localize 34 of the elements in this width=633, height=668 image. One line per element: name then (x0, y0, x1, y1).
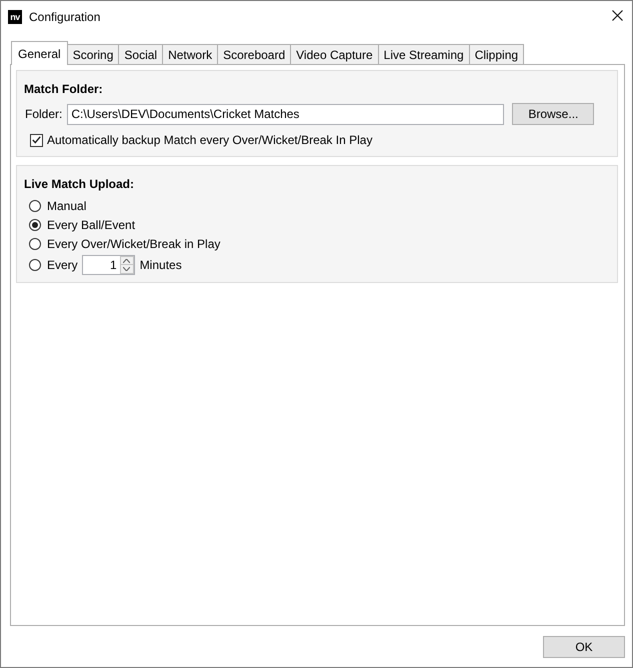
ok-button[interactable]: OK (543, 636, 625, 658)
group-title: Match Folder: (24, 82, 103, 96)
spin-down-button[interactable] (120, 265, 134, 274)
radio-label[interactable]: Every Ball/Event (47, 218, 136, 232)
unit-label: Minutes (140, 258, 182, 272)
radio-button[interactable] (29, 219, 41, 231)
close-icon[interactable] (612, 10, 623, 21)
folder-field[interactable]: C:\Users\DEV\Documents\Cricket Matches (67, 104, 504, 124)
radio-button[interactable] (29, 259, 41, 271)
tab[interactable]: Network (162, 44, 218, 64)
group-title: Live Match Upload: (24, 177, 134, 191)
caret-down-icon (123, 267, 130, 271)
tab[interactable]: Video Capture (290, 44, 379, 64)
app-logo: nv (8, 10, 22, 24)
caret-up-icon (123, 258, 130, 262)
radio-button[interactable] (29, 200, 41, 212)
tab[interactable]: Scoreboard (217, 44, 292, 64)
radio-label[interactable]: Every (47, 258, 78, 272)
window-title: Configuration (29, 10, 100, 24)
radio-label[interactable]: Every Over/Wicket/Break in Play (47, 237, 220, 251)
radio-button[interactable] (29, 238, 41, 250)
checkmark-icon (32, 136, 41, 144)
tab[interactable]: Scoring (66, 44, 120, 64)
checkbox-label[interactable]: Automatically backup Match every Over/Wicket/Break In Play (47, 133, 372, 147)
checkbox[interactable] (30, 134, 43, 146)
tab[interactable]: General (11, 41, 68, 65)
minutes-spinner[interactable]: 1 (82, 255, 135, 275)
tab[interactable]: Social (118, 44, 164, 64)
tab[interactable]: Clipping (468, 44, 524, 64)
radio-label[interactable]: Manual (47, 199, 86, 213)
folder-label: Folder: (25, 107, 62, 121)
browse-button[interactable]: Browse... (512, 103, 594, 125)
tab[interactable]: Live Streaming (378, 44, 470, 64)
spin-up-button[interactable] (120, 256, 134, 265)
